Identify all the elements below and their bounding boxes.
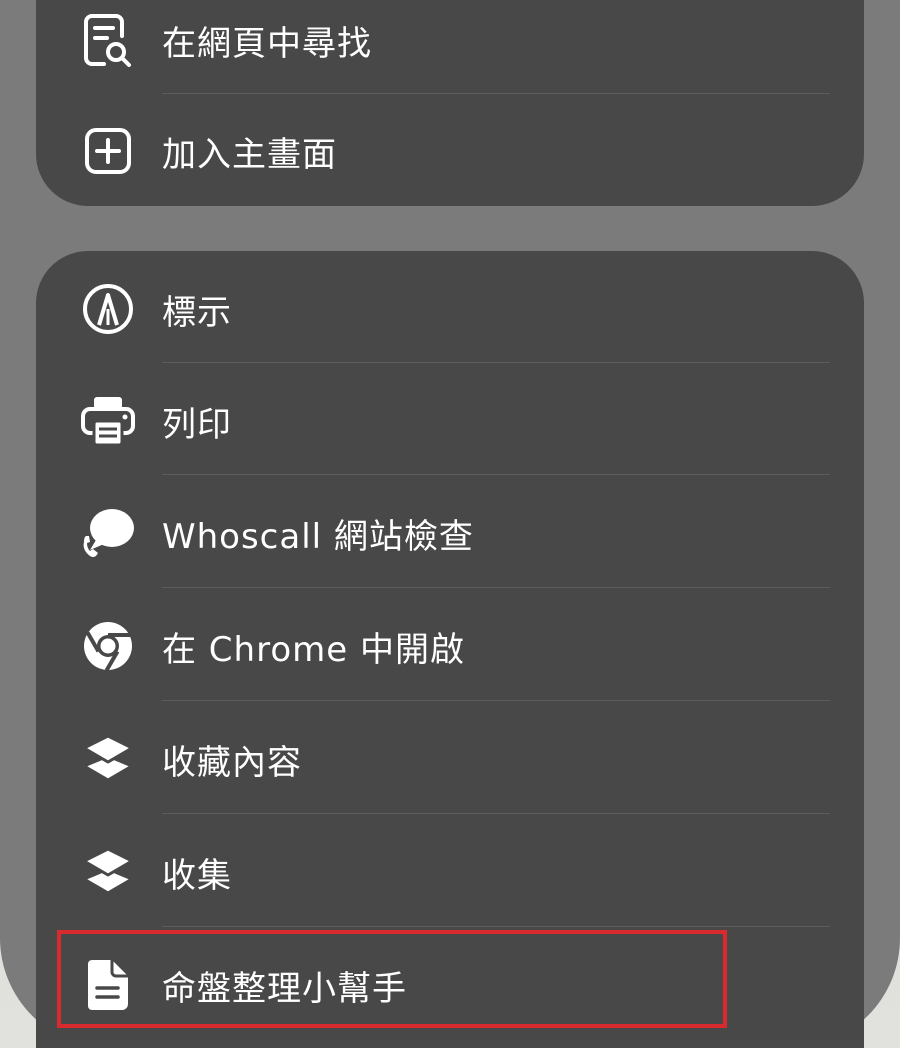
action-shortcut-chart-helper[interactable]: 命盤整理小幫手 (36, 929, 864, 1041)
divider (162, 362, 830, 363)
divider (162, 93, 830, 94)
action-print[interactable]: 列印 (36, 365, 864, 477)
whoscall-bubble-icon (78, 503, 138, 563)
action-label: 在 Chrome 中開啟 (162, 629, 465, 670)
action-label: 標示 (162, 292, 232, 333)
chrome-icon (78, 616, 138, 676)
action-collect-content[interactable]: 收藏內容 (36, 703, 864, 815)
action-collect[interactable]: 收集 (36, 816, 864, 928)
divider (162, 926, 830, 927)
share-actions-group-main: 標示 列印 Whoscall 網站檢查 在 Chrome 中開啟 收藏內容 收集… (36, 251, 864, 1048)
action-markup[interactable]: 標示 (36, 253, 864, 365)
printer-icon (78, 391, 138, 451)
action-label: 加入主畫面 (162, 134, 337, 175)
action-label: 在網頁中尋找 (162, 23, 372, 64)
action-label: 列印 (162, 404, 232, 445)
action-find-in-page[interactable]: 在網頁中尋找 (36, 0, 864, 96)
find-in-page-icon (78, 10, 138, 70)
divider (162, 700, 830, 701)
divider (162, 813, 830, 814)
share-actions-group-top: 在網頁中尋找 加入主畫面 (36, 0, 864, 206)
layers-icon (78, 729, 138, 789)
action-label: 收集 (162, 855, 232, 896)
markup-pen-icon (78, 279, 138, 339)
action-add-to-home-screen[interactable]: 加入主畫面 (36, 95, 864, 206)
divider (162, 474, 830, 475)
action-label: 收藏內容 (162, 742, 302, 783)
action-label: Whoscall 網站檢查 (162, 516, 474, 557)
add-square-icon (78, 121, 138, 181)
layers-icon (78, 842, 138, 902)
divider (162, 587, 830, 588)
document-icon (78, 955, 138, 1015)
action-label: 命盤整理小幫手 (162, 968, 407, 1009)
action-open-in-chrome[interactable]: 在 Chrome 中開啟 (36, 590, 864, 702)
action-whoscall-check[interactable]: Whoscall 網站檢查 (36, 477, 864, 589)
